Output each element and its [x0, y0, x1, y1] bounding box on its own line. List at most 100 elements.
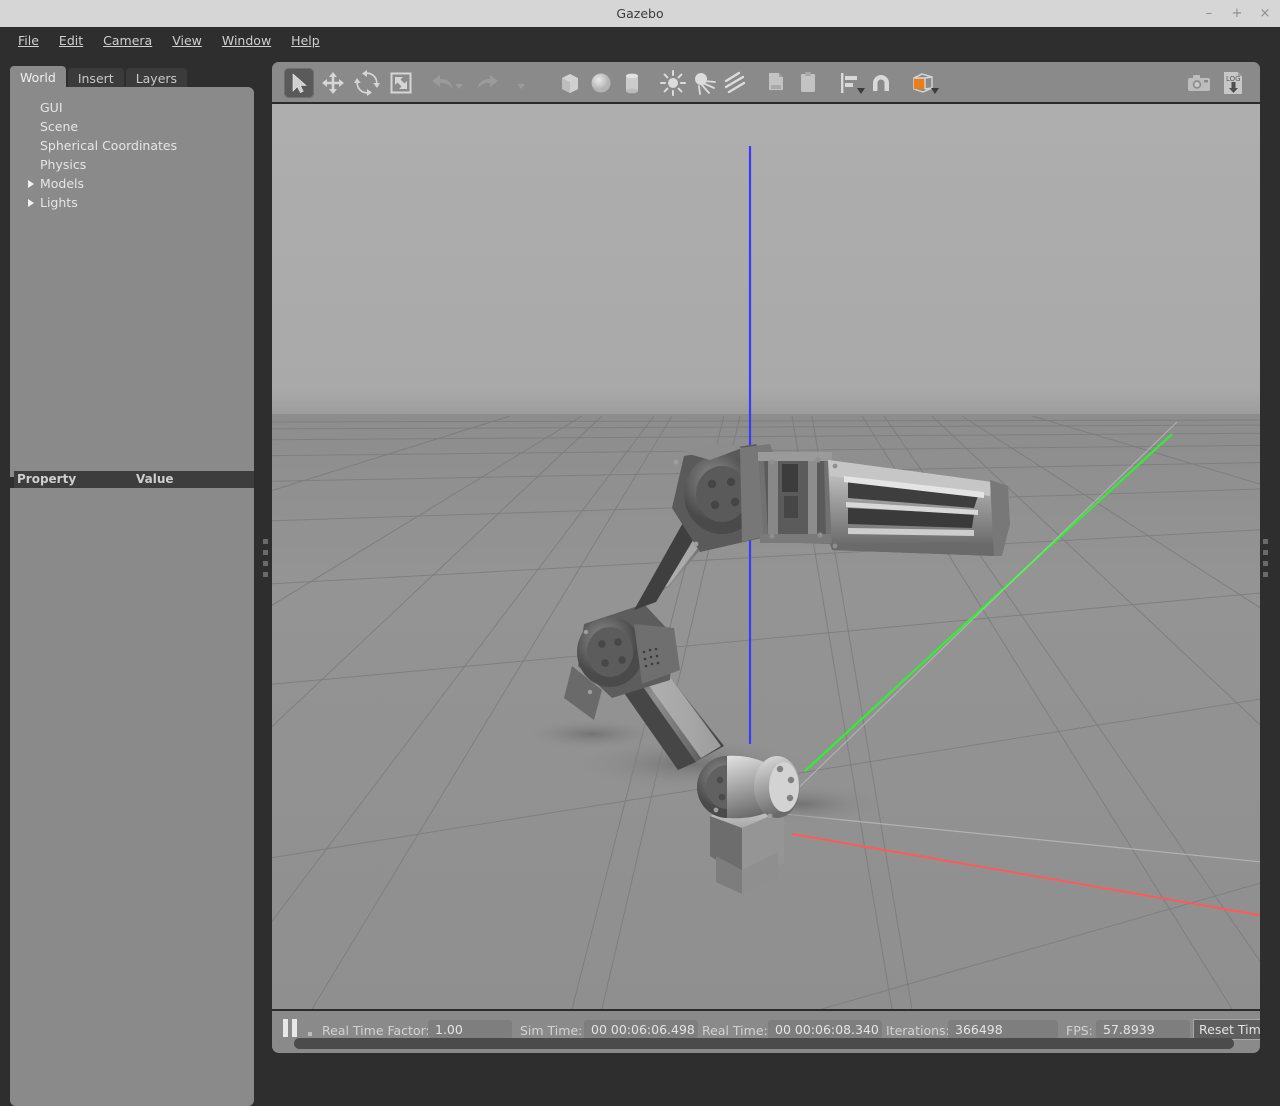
menu-view-label: View	[172, 32, 202, 48]
tree-item-models[interactable]: Models	[12, 174, 252, 193]
spot-light-icon	[695, 73, 716, 95]
tree-item-physics[interactable]: Physics	[12, 155, 252, 174]
menu-file[interactable]: File	[8, 30, 49, 51]
reset-time-button[interactable]: Reset Time	[1193, 1019, 1260, 1040]
insert-sphere-button[interactable]	[586, 68, 616, 98]
pause-icon-bar-left	[283, 1019, 288, 1037]
view-mode-dropdown-button[interactable]	[930, 85, 940, 95]
snap-button[interactable]	[866, 68, 896, 98]
3d-viewport[interactable]	[272, 104, 1260, 1009]
main-toolbar: LOG	[272, 62, 1260, 104]
tree-item-gui[interactable]: GUI	[12, 98, 252, 117]
property-table-body[interactable]	[10, 488, 254, 1106]
tab-insert[interactable]: Insert	[67, 68, 124, 89]
spot-light-button[interactable]	[689, 68, 719, 98]
chevron-down-icon	[517, 84, 525, 89]
close-icon: ×	[1259, 5, 1271, 21]
tree-item-lights-label: Lights	[40, 195, 78, 210]
menu-camera[interactable]: Camera	[93, 30, 162, 51]
scale-mode-button[interactable]	[386, 68, 416, 98]
directional-light-icon	[724, 71, 746, 94]
sim-time-value: 00 00:06:06.498	[584, 1020, 698, 1039]
menubar: File Edit Camera View Window Help	[0, 27, 1280, 53]
tree-item-lights[interactable]: Lights	[12, 193, 252, 212]
window-titlebar: Gazebo – + ×	[0, 0, 1280, 27]
cylinder-icon	[626, 73, 638, 94]
render-area: LOG Real Time Factor: 1.00 Sim Time: 00 …	[272, 62, 1260, 1053]
scene-graphics	[272, 146, 1260, 1009]
pause-icon-bar-right	[292, 1019, 297, 1037]
select-mode-button[interactable]	[284, 68, 314, 98]
menu-view[interactable]: View	[162, 30, 212, 51]
box-icon	[562, 74, 578, 93]
tree-item-spherical-coordinates-label: Spherical Coordinates	[40, 138, 178, 153]
paste-icon	[801, 72, 815, 92]
chevron-down-icon	[857, 88, 865, 94]
close-button[interactable]: ×	[1258, 5, 1272, 21]
world-tree[interactable]: GUI Scene Spherical Coordinates Physics …	[10, 87, 254, 431]
translate-mode-button[interactable]	[318, 68, 348, 98]
robot-arm-model	[564, 442, 1010, 894]
property-column-header: Property	[17, 472, 77, 486]
iterations-value: 366498	[948, 1020, 1058, 1039]
rotate-arrows-icon	[354, 70, 380, 96]
window-title: Gazebo	[616, 6, 664, 21]
menu-camera-label: Camera	[103, 32, 153, 48]
chevron-down-icon	[455, 84, 463, 89]
tree-item-spherical-coordinates[interactable]: Spherical Coordinates	[12, 136, 252, 155]
tree-item-scene[interactable]: Scene	[12, 117, 252, 136]
panel-tabstrip: World Insert Layers	[10, 66, 189, 89]
minimize-button[interactable]: –	[1202, 6, 1216, 21]
tree-item-scene-label: Scene	[40, 119, 79, 134]
real-time-label: Real Time:	[702, 1023, 768, 1038]
magnet-icon	[873, 75, 889, 91]
pause-button[interactable]	[280, 1017, 302, 1039]
menu-edit[interactable]: Edit	[49, 30, 93, 51]
right-splitter-handle[interactable]	[1260, 62, 1270, 1053]
status-bar: Real Time Factor: 1.00 Sim Time: 00 00:0…	[272, 1009, 1260, 1053]
insert-cylinder-button[interactable]	[617, 68, 647, 98]
chevron-right-icon[interactable]	[28, 199, 34, 207]
tab-world[interactable]: World	[10, 66, 66, 89]
menu-file-label: File	[18, 32, 39, 48]
left-panel: World Insert Layers GUI Scene Spherical …	[0, 53, 262, 1106]
chevron-right-icon[interactable]	[28, 180, 34, 188]
menu-window-label: Window	[221, 32, 272, 48]
screenshot-button[interactable]	[1184, 68, 1214, 98]
real-time-factor-label: Real Time Factor:	[322, 1023, 430, 1038]
cursor-arrow-icon	[292, 73, 307, 94]
property-table-header: Property Value	[14, 471, 254, 488]
left-splitter-handle[interactable]	[260, 62, 270, 1053]
rotate-mode-button[interactable]	[352, 68, 382, 98]
copy-icon	[769, 73, 783, 90]
redo-button[interactable]	[472, 68, 502, 98]
statusbar-grip-dot	[308, 1032, 312, 1036]
menu-window[interactable]: Window	[212, 30, 281, 51]
tree-item-gui-label: GUI	[40, 100, 63, 115]
iterations-label: Iterations:	[886, 1023, 950, 1038]
splitter-grip	[263, 533, 268, 583]
menu-help-label: Help	[291, 32, 320, 48]
directional-light-button[interactable]	[720, 68, 750, 98]
move-arrows-icon	[322, 72, 344, 94]
horizontal-scrollbar[interactable]	[294, 1038, 1234, 1049]
sim-time-label: Sim Time:	[520, 1023, 583, 1038]
maximize-button[interactable]: +	[1230, 5, 1244, 21]
log-record-button[interactable]: LOG	[1218, 68, 1252, 98]
tab-layers[interactable]: Layers	[125, 68, 188, 89]
align-dropdown-button[interactable]	[856, 85, 866, 95]
redo-dropdown-button[interactable]	[516, 80, 526, 90]
paste-button[interactable]	[793, 68, 823, 98]
statusbar-separator	[272, 1009, 1260, 1011]
sphere-icon	[591, 73, 611, 93]
undo-dropdown-button[interactable]	[454, 80, 464, 90]
tree-item-physics-label: Physics	[40, 157, 87, 172]
scale-arrows-icon	[390, 72, 412, 94]
insert-box-button[interactable]	[555, 68, 585, 98]
point-light-button[interactable]	[658, 68, 688, 98]
fps-label: FPS:	[1066, 1023, 1093, 1038]
x-axis-line	[791, 833, 1260, 917]
menu-help[interactable]: Help	[281, 30, 330, 51]
maximize-icon: +	[1231, 5, 1243, 21]
copy-button[interactable]	[762, 68, 792, 98]
